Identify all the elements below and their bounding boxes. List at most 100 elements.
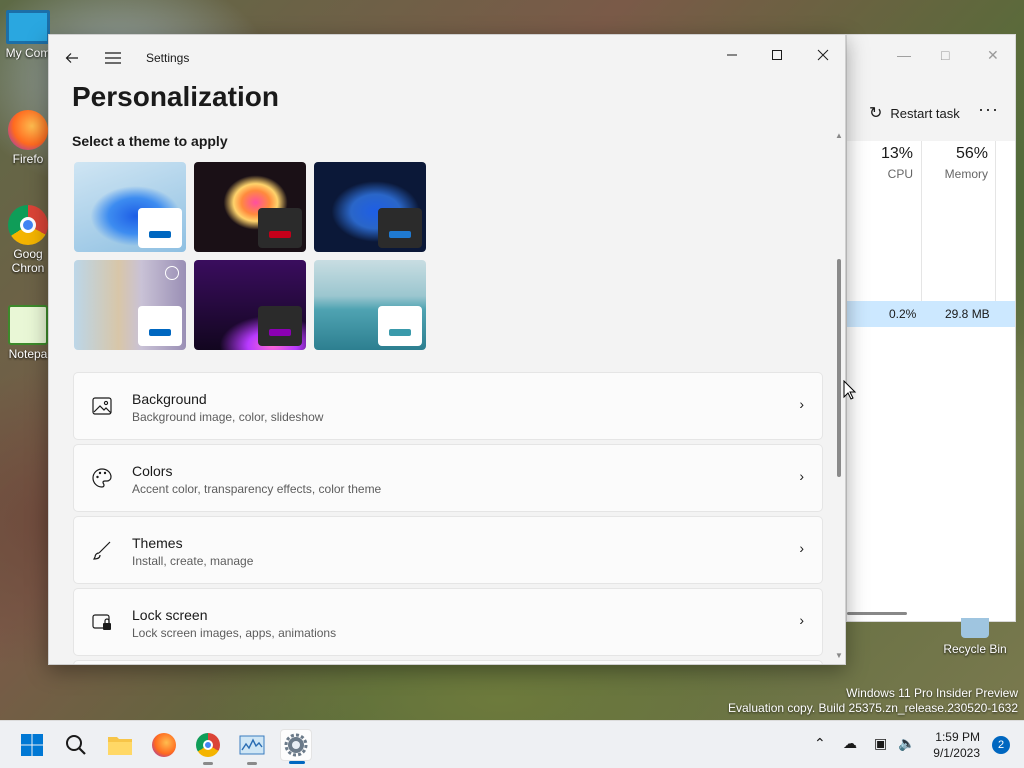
memory-header[interactable]: 56% Memory xyxy=(928,145,988,181)
theme-thumbnail-windows-dark[interactable] xyxy=(314,162,426,252)
theme-swatch xyxy=(138,208,182,248)
close-icon[interactable]: ✕ xyxy=(987,47,999,64)
restart-icon: ↻ xyxy=(869,105,883,122)
chevron-right-icon: › xyxy=(799,612,804,628)
accent-bar xyxy=(269,329,291,336)
show-hidden-icons-button[interactable]: ⌃ xyxy=(814,735,826,752)
settings-taskbar-button[interactable] xyxy=(280,729,312,764)
page-title: Personalization xyxy=(72,81,279,112)
cpu-percent: 13% xyxy=(880,145,913,162)
theme-thumbnail-windows-light[interactable] xyxy=(74,162,186,252)
onedrive-icon[interactable]: ☁ xyxy=(843,735,857,752)
cpu-header[interactable]: 13% CPU xyxy=(853,145,913,181)
firefox-icon xyxy=(152,733,176,757)
scroll-up-icon[interactable]: ▲ xyxy=(835,131,843,140)
maximize-icon[interactable]: □ xyxy=(941,47,949,63)
chevron-right-icon: › xyxy=(799,396,804,412)
file-explorer-icon xyxy=(108,737,132,755)
brush-icon xyxy=(93,541,111,560)
theme-swatch xyxy=(258,306,302,346)
hamburger-icon xyxy=(105,52,121,64)
settings-window[interactable]: Settings Personalization Select a theme … xyxy=(48,34,846,665)
theme-thumbnail-captured-motion[interactable] xyxy=(74,260,186,350)
desktop-icon-recycle-bin[interactable]: Recycle Bin xyxy=(940,618,1010,656)
colors-settings-card[interactable]: Colors Accent color, transparency effect… xyxy=(73,444,823,512)
desktop-icon-label: Recycle Bin xyxy=(943,642,1007,656)
theme-thumbnail-sunrise[interactable] xyxy=(194,260,306,350)
close-button[interactable] xyxy=(800,41,845,69)
notepad-icon xyxy=(8,305,48,345)
volume-icon[interactable]: 🔈 xyxy=(898,735,915,752)
notification-badge[interactable]: 2 xyxy=(992,736,1010,754)
maximize-icon xyxy=(772,50,782,60)
next-settings-card[interactable] xyxy=(73,660,823,664)
start-button[interactable] xyxy=(16,729,48,761)
theme-swatch xyxy=(378,306,422,346)
task-manager-icon xyxy=(239,735,265,755)
cpu-label: CPU xyxy=(887,167,913,181)
recycle-bin-icon xyxy=(961,618,989,638)
task-manager-window[interactable]: — □ ✕ ↻ Restart task ··· 13% CPU 56% Mem… xyxy=(846,34,1016,622)
accent-bar xyxy=(269,231,291,238)
memory-percent: 56% xyxy=(955,145,988,162)
mouse-cursor-icon xyxy=(843,380,857,400)
themes-settings-card[interactable]: Themes Install, create, manage › xyxy=(73,516,823,584)
card-subtitle: Background image, color, slideshow xyxy=(132,410,324,424)
minimize-icon xyxy=(727,54,737,56)
accent-bar xyxy=(389,329,411,336)
theme-swatch xyxy=(138,306,182,346)
maximize-button[interactable] xyxy=(754,41,800,69)
cpu-column: 13% CPU xyxy=(847,141,921,301)
running-indicator xyxy=(203,762,213,765)
window-title: Settings xyxy=(146,51,190,65)
watermark-line: Evaluation copy. Build 25375.zn_release.… xyxy=(728,701,1018,715)
scrollbar-thumb[interactable] xyxy=(837,259,841,477)
scroll-down-icon[interactable]: ▼ xyxy=(835,651,843,660)
search-button[interactable] xyxy=(60,729,92,761)
minimize-icon[interactable]: — xyxy=(897,47,911,63)
table-row[interactable]: 0.2% 29.8 MB xyxy=(847,301,1015,327)
column-divider xyxy=(995,141,1015,301)
restart-task-button[interactable]: ↻ Restart task xyxy=(869,103,960,123)
firefox-taskbar-button[interactable] xyxy=(148,729,180,761)
theme-slideshow-icon xyxy=(165,266,179,280)
image-icon xyxy=(92,397,112,415)
theme-swatch xyxy=(258,208,302,248)
search-icon xyxy=(66,735,86,755)
nav-menu-button[interactable] xyxy=(99,45,127,71)
close-icon xyxy=(817,49,829,61)
accent-bar xyxy=(149,329,171,336)
windows-start-icon xyxy=(21,734,43,756)
restart-task-label: Restart task xyxy=(890,105,960,121)
running-indicator xyxy=(289,761,305,764)
settings-icon xyxy=(284,733,308,757)
firefox-icon xyxy=(8,110,48,150)
vertical-scrollbar[interactable]: ▲ ▼ xyxy=(835,131,843,660)
chrome-icon xyxy=(8,205,48,245)
theme-swatch xyxy=(378,208,422,248)
more-options-button[interactable]: ··· xyxy=(978,99,999,120)
network-icon[interactable]: ▣ xyxy=(874,735,887,752)
accent-bar xyxy=(389,231,411,238)
clock-time: 1:59 PM xyxy=(935,730,980,744)
chrome-taskbar-button[interactable] xyxy=(192,729,224,765)
card-title: Background xyxy=(132,391,207,407)
theme-thumbnail-glow[interactable] xyxy=(194,162,306,252)
card-title: Themes xyxy=(132,535,183,551)
card-subtitle: Lock screen images, apps, animations xyxy=(132,626,337,640)
evaluation-watermark: Windows 11 Pro Insider Preview Evaluatio… xyxy=(728,686,1018,716)
themes-heading: Select a theme to apply xyxy=(72,133,228,149)
computer-icon xyxy=(6,10,50,44)
file-explorer-button[interactable] xyxy=(104,729,136,761)
back-button[interactable] xyxy=(58,45,86,71)
task-manager-taskbar-button[interactable] xyxy=(236,729,268,765)
horizontal-scrollbar[interactable] xyxy=(847,612,907,615)
back-arrow-icon xyxy=(65,53,78,63)
taskbar: ⌃ ☁ ▣ 🔈 1:59 PM 9/1/2023 2 xyxy=(0,720,1024,768)
theme-thumbnail-flow[interactable] xyxy=(314,260,426,350)
clock[interactable]: 1:59 PM 9/1/2023 xyxy=(933,729,980,761)
background-settings-card[interactable]: Background Background image, color, slid… xyxy=(73,372,823,440)
lock-screen-settings-card[interactable]: Lock screen Lock screen images, apps, an… xyxy=(73,588,823,656)
minimize-button[interactable] xyxy=(709,41,755,69)
card-subtitle: Accent color, transparency effects, colo… xyxy=(132,482,382,496)
